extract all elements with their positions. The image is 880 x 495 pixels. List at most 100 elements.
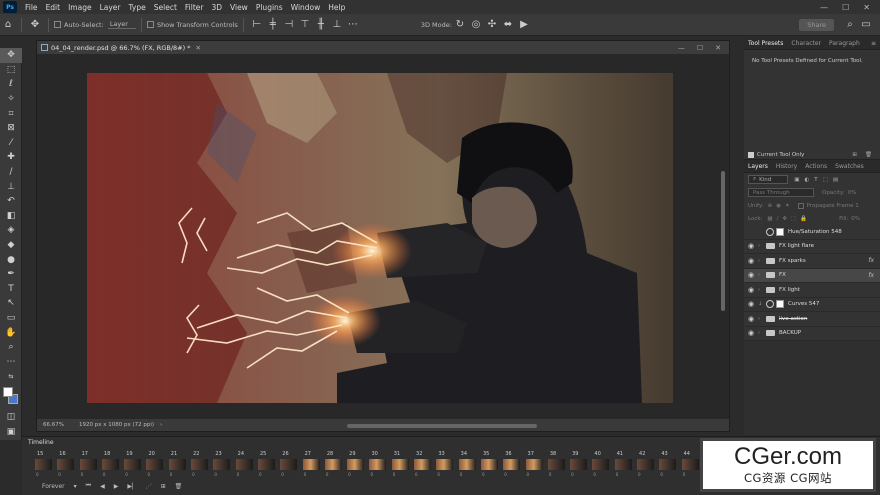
frame-delay[interactable]: 0 <box>660 472 663 477</box>
loop-dropdown[interactable]: Forever <box>42 483 65 490</box>
align-middle-icon[interactable]: ╫ <box>313 19 329 30</box>
lock-artboard-icon[interactable]: ⬚ <box>791 216 796 222</box>
layer-mask-thumb[interactable] <box>776 300 784 309</box>
minimize-icon[interactable]: — <box>820 3 828 12</box>
menu-file[interactable]: File <box>21 3 42 12</box>
timeline-frame[interactable]: 25 0 <box>255 449 277 481</box>
opacity-value[interactable]: 0% <box>848 190 857 196</box>
3d-scale-icon[interactable]: ▶ <box>516 19 532 30</box>
vertical-scrollbar[interactable] <box>721 171 725 311</box>
move-tool-icon[interactable]: ✥ <box>27 19 43 30</box>
menu-3d[interactable]: 3D <box>207 3 226 12</box>
tween-icon[interactable]: ⋰ <box>146 483 152 490</box>
timeline-frame[interactable]: 21 0 <box>166 449 188 481</box>
frame-delay[interactable]: 0 <box>437 472 440 477</box>
lock-paint-icon[interactable]: ∕ <box>777 216 779 222</box>
frame-delay[interactable]: 0 <box>36 472 39 477</box>
frame-delay[interactable]: 0 <box>616 472 619 477</box>
workspace-icon[interactable]: ▭ <box>858 19 874 30</box>
menu-select[interactable]: Select <box>150 3 181 12</box>
3d-slide-icon[interactable]: ⬌ <box>500 19 516 30</box>
eyedropper-icon[interactable]: ⁄ <box>0 136 22 151</box>
timeline-frame[interactable]: 16 0 <box>54 449 76 481</box>
home-icon[interactable]: ⌂ <box>0 19 16 30</box>
tab-tool-presets[interactable]: Tool Presets <box>744 40 787 47</box>
frame-delay[interactable]: 0 <box>281 472 284 477</box>
move-tool-icon[interactable]: ✥ <box>0 48 22 63</box>
timeline-frame[interactable]: 39 0 <box>567 449 589 481</box>
timeline-frame[interactable]: 43 0 <box>656 449 678 481</box>
menu-type[interactable]: Type <box>125 3 150 12</box>
auto-select-checkbox[interactable] <box>54 21 61 28</box>
layer-row[interactable]: ◉ › FX light flare <box>744 240 880 254</box>
frame-delay[interactable]: 0 <box>214 472 217 477</box>
prev-frame-icon[interactable]: ◀ <box>100 483 105 490</box>
minimize-icon[interactable]: — <box>678 44 685 52</box>
horizontal-scrollbar[interactable] <box>347 424 537 428</box>
frame-delay[interactable]: 0 <box>482 472 485 477</box>
distribute-icon[interactable]: ⋯ <box>345 19 361 30</box>
frame-delay[interactable]: 0 <box>370 472 373 477</box>
duplicate-frame-icon[interactable]: ⊞ <box>161 483 166 490</box>
filter-adjust-icon[interactable]: ◐ <box>804 177 809 183</box>
eye-icon[interactable]: ◉ <box>744 286 758 294</box>
color-swatches[interactable] <box>0 384 22 410</box>
timeline-frame[interactable]: 35 0 <box>478 449 500 481</box>
healing-brush-icon[interactable]: ✚ <box>0 150 22 165</box>
menu-view[interactable]: View <box>226 3 252 12</box>
layer-row[interactable]: ◉ › BACKUP <box>744 327 880 341</box>
eye-icon[interactable]: ◉ <box>744 329 758 337</box>
canvas-image[interactable] <box>87 73 673 403</box>
timeline-frame[interactable]: 33 0 <box>433 449 455 481</box>
filter-shape-icon[interactable]: ⬚ <box>823 177 828 183</box>
eye-icon[interactable]: ◉ <box>744 242 758 250</box>
frame-delay[interactable]: 0 <box>103 472 106 477</box>
screen-mode-icon[interactable]: ▣ <box>0 424 22 439</box>
filter-smart-icon[interactable]: ▤ <box>833 177 838 183</box>
menu-edit[interactable]: Edit <box>42 3 65 12</box>
current-tool-only-checkbox[interactable] <box>748 151 754 158</box>
frame-delay[interactable]: 0 <box>192 472 195 477</box>
frame-delay[interactable]: 0 <box>81 472 84 477</box>
frame-delay[interactable]: 0 <box>393 472 396 477</box>
pen-tool-icon[interactable]: ✒ <box>0 267 22 282</box>
maximize-icon[interactable]: ☐ <box>697 44 703 52</box>
timeline-frame[interactable]: 19 0 <box>121 449 143 481</box>
menu-layer[interactable]: Layer <box>96 3 125 12</box>
show-transform-checkbox[interactable] <box>146 21 154 28</box>
unify-visibility-icon[interactable]: ◉ <box>776 203 781 209</box>
frame-delay[interactable]: 0 <box>460 472 463 477</box>
document-tab[interactable]: 04_04_render.psd @ 66.7% (FX, RGB/8#) * … <box>37 41 729 54</box>
fx-icon[interactable]: fx <box>868 257 880 264</box>
layer-row[interactable]: ◉ ↓ Curves 547 <box>744 298 880 312</box>
dodge-tool-icon[interactable]: ● <box>0 252 22 267</box>
tab-paragraph[interactable]: Paragraph <box>825 40 864 47</box>
maximize-icon[interactable]: ☐ <box>842 3 849 12</box>
quick-mask-icon[interactable]: ◫ <box>0 410 22 425</box>
panel-menu-icon[interactable]: ≡ <box>871 40 880 47</box>
timeline-frame[interactable]: 37 0 <box>523 449 545 481</box>
lock-pixels-icon[interactable]: ▦ <box>767 216 772 222</box>
eye-icon[interactable]: ◉ <box>744 257 758 265</box>
layer-row[interactable]: ◉ › live action <box>744 312 880 327</box>
timeline-frame[interactable]: 30 0 <box>366 449 388 481</box>
timeline-frame[interactable]: 32 0 <box>411 449 433 481</box>
blur-tool-icon[interactable]: ◆ <box>0 238 22 253</box>
filter-pixel-icon[interactable]: ▣ <box>794 177 799 183</box>
swap-colors-icon[interactable]: ⇆ <box>0 369 22 384</box>
frame-delay[interactable]: 0 <box>147 472 150 477</box>
lock-move-icon[interactable]: ✥ <box>782 216 787 222</box>
expand-arrow-icon[interactable]: › <box>758 316 766 322</box>
expand-arrow-icon[interactable]: › <box>758 287 766 293</box>
timeline-frame[interactable]: 15 0 <box>32 449 54 481</box>
timeline-frame[interactable]: 20 0 <box>143 449 165 481</box>
align-left-icon[interactable]: ⊢ <box>249 19 265 30</box>
frame-delay[interactable]: 0 <box>259 472 262 477</box>
filter-type-icon[interactable]: T <box>814 177 817 183</box>
frame-delay[interactable]: 0 <box>504 472 507 477</box>
hand-tool-icon[interactable]: ✋ <box>0 325 22 340</box>
tab-character[interactable]: Character <box>787 40 825 47</box>
timeline-frame[interactable]: 24 0 <box>233 449 255 481</box>
timeline-frame[interactable]: 18 0 <box>99 449 121 481</box>
foreground-color-swatch[interactable] <box>3 386 13 397</box>
